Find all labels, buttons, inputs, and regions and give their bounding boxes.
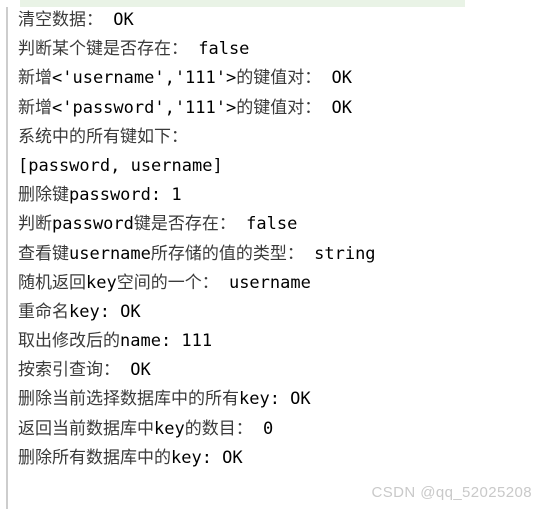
console-line-cjk-prefix: 按索引查询： xyxy=(18,360,120,381)
console-line: 新增<'username','111'>的键值对： OK xyxy=(18,64,540,93)
console-line: 删除当前选择数据库中的所有key: OK xyxy=(18,385,540,414)
console-line-mono-mid: password xyxy=(52,214,134,235)
console-line: [password, username] xyxy=(18,152,540,181)
console-line-cjk-prefix: 系统中的所有键如下： xyxy=(18,126,188,147)
console-line-mono-mid: <'username','111'> xyxy=(52,68,237,89)
console-output-pane[interactable]: 清空数据： OK 判断某个键是否存在： false 新增<'username','1… xyxy=(18,6,540,509)
console-line-mono-suffix: [password, username] xyxy=(18,155,223,176)
console-line-mono-mid: key: OK xyxy=(239,389,311,410)
left-vertical-rule xyxy=(6,7,8,509)
console-line-cjk-mid: 空间的一个： xyxy=(116,272,219,293)
console-line-mono-suffix: string xyxy=(303,243,376,264)
console-line: 系统中的所有键如下： xyxy=(18,123,540,152)
console-line-cjk-mid: 的键值对： xyxy=(236,97,322,118)
console-line-mono-suffix: 0 xyxy=(252,418,274,439)
console-line: 判断password键是否存在： false xyxy=(18,210,540,239)
console-line-mono-suffix: username xyxy=(218,272,311,293)
console-line: 按索引查询： OK xyxy=(18,356,540,385)
console-line-cjk-mid: 键是否存在： xyxy=(133,214,236,235)
console-line: 判断某个键是否存在： false xyxy=(18,35,540,64)
console-line-cjk-prefix: 清空数据： xyxy=(18,10,103,30)
console-line: 查看键username所存储的值的类型： string xyxy=(18,240,540,269)
console-output-screenshot: 清空数据： OK 判断某个键是否存在： false 新增<'username','1… xyxy=(0,0,540,509)
console-line-mono-mid: <'password','111'> xyxy=(52,97,237,118)
console-line: 删除所有数据库中的key: OK xyxy=(18,444,540,473)
console-line-cjk-mid: 的数目： xyxy=(184,418,253,439)
console-line-mono-suffix: OK xyxy=(103,10,134,30)
console-line-mono-mid: key: OK xyxy=(171,447,243,468)
console-line-cjk-prefix: 重命名 xyxy=(18,301,69,322)
console-line-cjk-mid: 所存储的值的类型： xyxy=(150,243,304,264)
console-line-mono-mid: key xyxy=(86,272,117,293)
console-line-cjk-prefix: 新增 xyxy=(18,68,52,89)
console-line-mono-suffix: false xyxy=(188,39,250,60)
console-line-mono-suffix: false xyxy=(235,214,298,235)
console-line-cjk-prefix: 随机返回 xyxy=(18,272,86,293)
console-line-cjk-prefix: 返回当前数据库中 xyxy=(18,418,154,439)
console-line: 重命名key: OK xyxy=(18,298,540,327)
console-line: 返回当前数据库中key的数目： 0 xyxy=(18,415,540,444)
console-line-mono-mid: password: 1 xyxy=(69,185,182,206)
console-line-cjk-prefix: 查看键 xyxy=(18,243,69,264)
console-line: 随机返回key空间的一个： username xyxy=(18,269,540,298)
console-line-cjk-prefix: 删除键 xyxy=(18,185,69,206)
console-line: 取出修改后的name: 111 xyxy=(18,327,540,356)
console-line-cjk-prefix: 判断 xyxy=(18,214,52,235)
console-line-mono-mid: key xyxy=(154,418,185,439)
console-line-cjk-prefix: 新增 xyxy=(18,97,52,118)
console-line-mono-suffix: OK xyxy=(321,68,352,89)
console-line: 新增<'password','111'>的键值对： OK xyxy=(18,94,540,123)
console-line-mono-mid: name: 111 xyxy=(120,331,213,352)
console-line: 删除键password: 1 xyxy=(18,181,540,210)
console-line-cjk-prefix: 判断某个键是否存在： xyxy=(18,39,188,60)
console-line-mono-suffix: OK xyxy=(120,360,151,381)
console-line: 清空数据： OK xyxy=(18,6,540,35)
console-line-mono-mid: username xyxy=(69,243,151,264)
console-line-cjk-prefix: 删除当前选择数据库中的所有 xyxy=(18,389,239,410)
console-line-mono-suffix: OK xyxy=(321,97,352,118)
console-line-cjk-prefix: 删除所有数据库中的 xyxy=(18,447,171,468)
console-line-cjk-prefix: 取出修改后的 xyxy=(18,331,120,352)
csdn-watermark: CSDN @qq_52025208 xyxy=(371,484,532,501)
console-line-mono-mid: key: OK xyxy=(69,301,141,322)
console-line-cjk-mid: 的键值对： xyxy=(236,68,322,89)
